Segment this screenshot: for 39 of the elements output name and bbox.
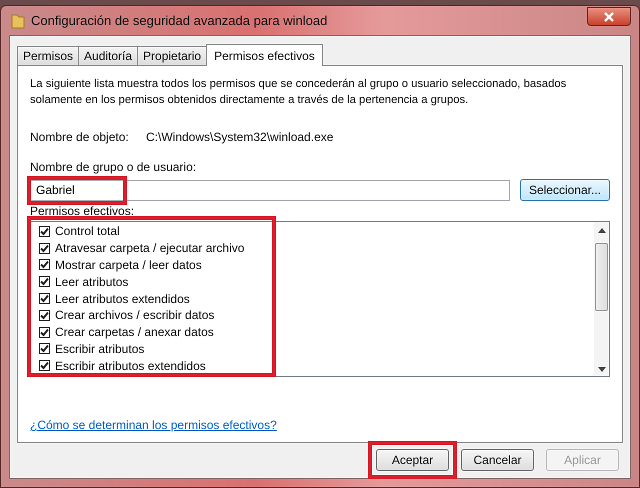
checkbox[interactable] <box>39 293 50 304</box>
permission-label: Leer atributos extendidos <box>55 292 190 306</box>
checkbox[interactable] <box>39 259 50 270</box>
tab[interactable]: Permisos efectivos <box>206 44 323 66</box>
help-link[interactable]: ¿Cómo se determinan los permisos efectivos? <box>30 418 277 432</box>
object-name-label: Nombre de objeto: <box>30 130 130 144</box>
checkbox[interactable] <box>39 242 50 254</box>
permission-label: Leer atributos <box>55 274 128 289</box>
tab[interactable]: Auditoría <box>78 46 138 65</box>
dialog-button[interactable]: Cancelar <box>461 449 534 471</box>
dialog-button[interactable]: Aceptar <box>376 449 449 471</box>
window-title: Configuración de seguridad avanzada para winload <box>31 13 328 28</box>
permission-label: Escribir atributos extendidos <box>55 358 206 373</box>
permissions-label: Permisos efectivos: <box>30 204 134 218</box>
user-field-label: Nombre de grupo o de usuario: <box>30 160 196 174</box>
folder-icon <box>11 12 25 28</box>
close-icon <box>603 12 615 22</box>
checkbox[interactable] <box>39 226 50 237</box>
description-text: La siguiente lista muestra todos los permisos que se concederán al grupo o usuario seleccionado, basados solamente en los permisos obtenidos directamente a través de la pertenencia a grupos. <box>30 77 568 108</box>
checkbox[interactable] <box>39 343 50 354</box>
permission-label: Atravesar carpeta / ejecutar archivo <box>55 241 244 256</box>
tab[interactable]: Propietario <box>137 46 208 65</box>
permission-label: Control total <box>55 224 120 238</box>
object-path: C:\Windows\System32\winload.exe <box>146 130 334 144</box>
permission-label: Crear carpetas / anexar datos <box>55 325 214 340</box>
tab[interactable]: Permisos <box>17 46 80 65</box>
permission-label: Crear archivos / escribir datos <box>55 308 214 322</box>
scrollbar[interactable] <box>594 222 609 376</box>
checkbox[interactable] <box>39 310 50 321</box>
checkbox[interactable] <box>39 360 50 372</box>
scroll-down-icon[interactable] <box>598 367 606 372</box>
select-button[interactable]: Seleccionar... <box>520 179 610 201</box>
close-button[interactable] <box>587 7 631 26</box>
checkbox[interactable] <box>39 276 50 288</box>
permission-label: Mostrar carpeta / leer datos <box>55 258 202 272</box>
user-name-field[interactable]: Gabriel <box>30 180 510 200</box>
permission-label: Escribir atributos <box>55 342 144 356</box>
checkbox[interactable] <box>39 326 50 338</box>
scroll-up-icon[interactable] <box>598 228 606 233</box>
